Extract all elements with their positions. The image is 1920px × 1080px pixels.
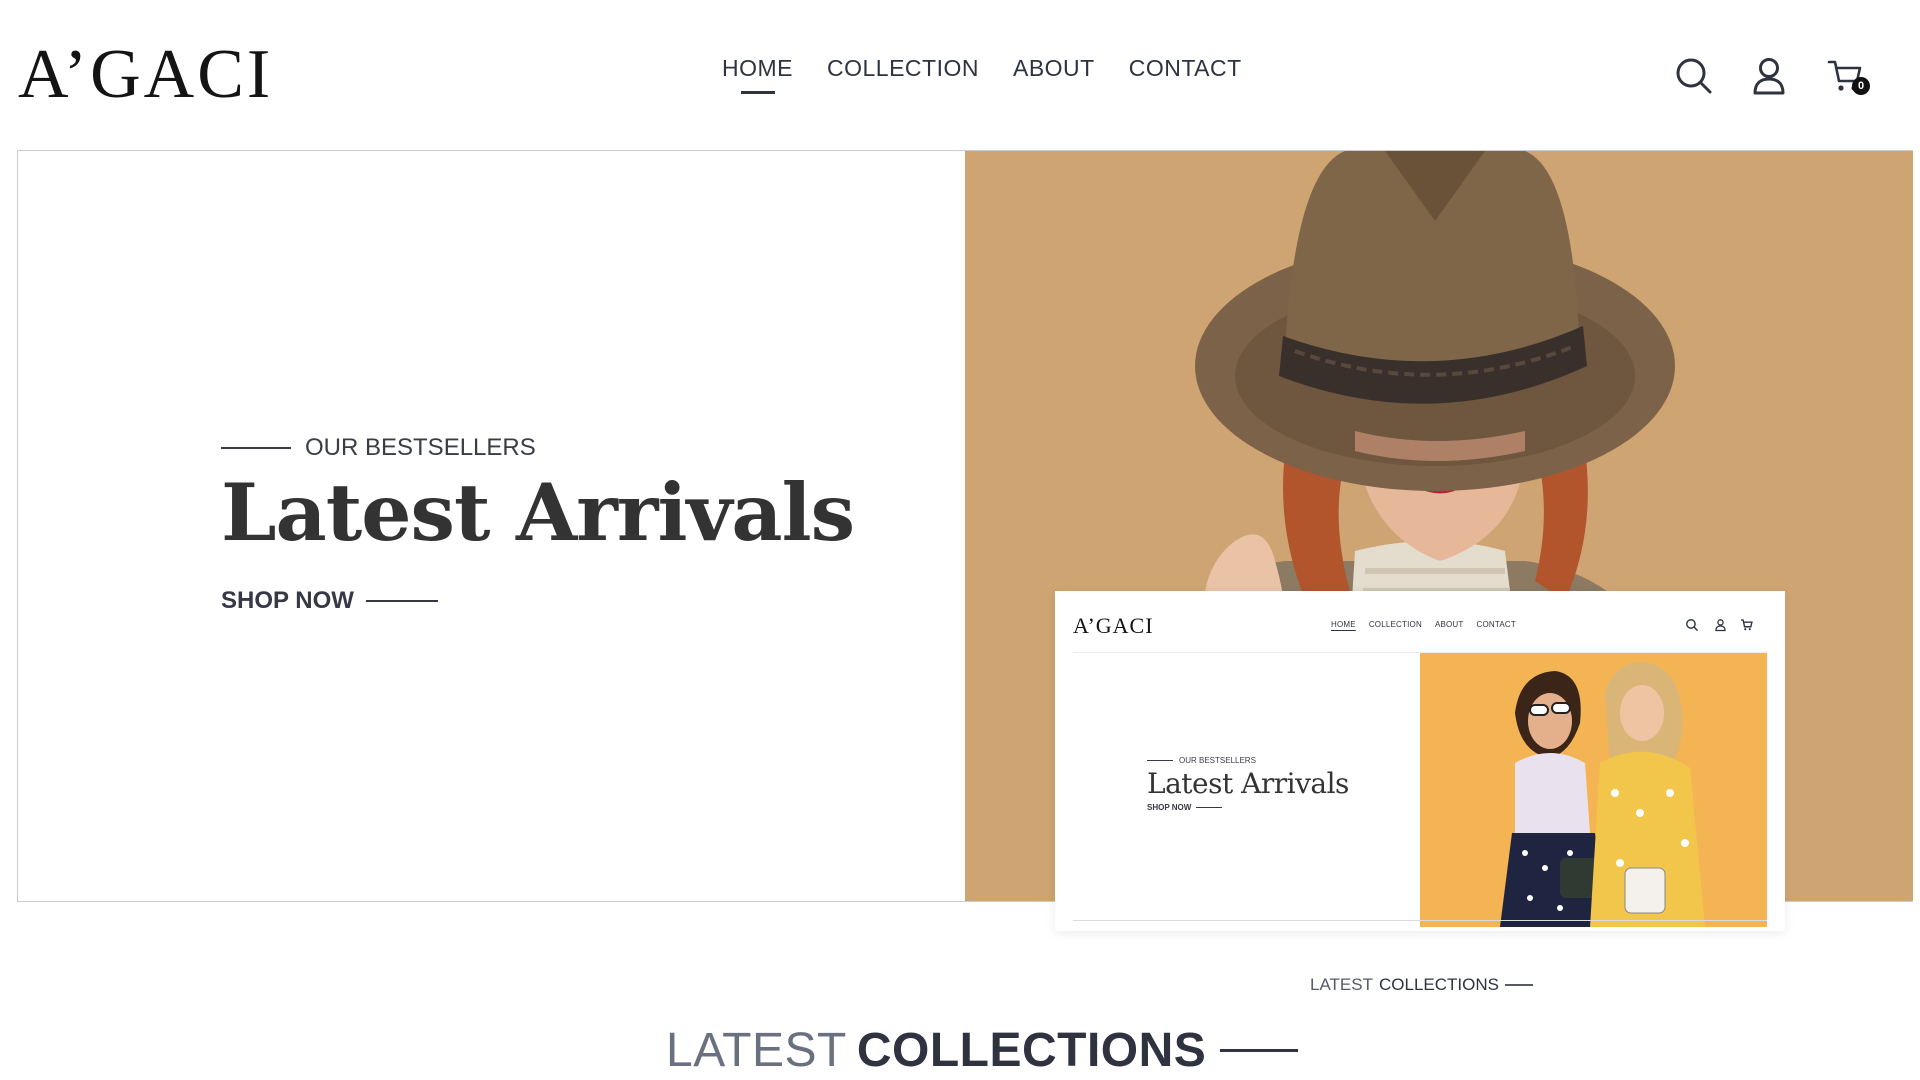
preview-nav-collection: COLLECTION <box>1368 620 1422 629</box>
preview-bottom-divider <box>1073 920 1767 921</box>
preview-shop-now-divider <box>1196 807 1223 808</box>
preview-nav-about: ABOUT <box>1434 620 1464 629</box>
eyebrow-divider <box>221 447 291 449</box>
shop-now-divider <box>365 599 438 602</box>
preview-eyebrow-divider <box>1147 760 1173 761</box>
preview-cart-icon <box>1741 619 1753 631</box>
preview-shop-now: SHOP NOW <box>1147 803 1349 812</box>
preview-hero-text: OUR BESTSELLERS Latest Arrivals SHOP NOW <box>1147 756 1349 812</box>
user-icon[interactable] <box>1749 56 1789 96</box>
preview-nav-home: HOME <box>1331 620 1356 629</box>
preview-shop-now-label: SHOP NOW <box>1147 803 1192 812</box>
latest-collections-heading: LATEST COLLECTIONS <box>666 1023 1299 1078</box>
preview-eyebrow-label: OUR BESTSELLERS <box>1179 756 1256 765</box>
preview-user-icon <box>1715 619 1726 632</box>
preview-search-icon <box>1686 619 1699 632</box>
nav-home[interactable]: HOME <box>722 55 793 83</box>
latest-collections-small-heading: LATEST COLLECTIONS <box>1310 975 1533 995</box>
preview-hero-image <box>1420 653 1767 927</box>
nav-about[interactable]: ABOUT <box>1013 55 1095 83</box>
nav-contact[interactable]: CONTACT <box>1129 55 1242 83</box>
hero-eyebrow: OUR BESTSELLERS <box>221 434 854 462</box>
brand-logo[interactable]: A’GACI <box>18 40 273 110</box>
hero-title: Latest Arrivals <box>221 466 855 559</box>
hero-text-block: OUR BESTSELLERS Latest Arrivals SHOP NOW <box>221 434 855 615</box>
shop-now-link[interactable]: SHOP NOW <box>221 587 854 615</box>
eyebrow-label: OUR BESTSELLERS <box>305 434 536 461</box>
big-heading-light: LATEST <box>666 1024 847 1077</box>
main-nav: HOME COLLECTION ABOUT CONTACT <box>722 55 1242 83</box>
small-heading-light: LATEST <box>1310 975 1373 994</box>
cart-icon[interactable]: 0 <box>1826 56 1870 96</box>
nav-collection[interactable]: COLLECTION <box>827 55 979 83</box>
shop-now-label[interactable]: SHOP NOW <box>221 587 354 615</box>
search-icon[interactable] <box>1674 56 1714 96</box>
small-heading-bold: COLLECTIONS <box>1378 975 1499 994</box>
site-preview-card[interactable]: A’GACI HOME COLLECTION ABOUT CONTACT OUR… <box>1055 591 1785 931</box>
preview-nav-contact: CONTACT <box>1476 620 1516 629</box>
big-heading-divider <box>1220 1049 1299 1052</box>
big-heading-bold: COLLECTIONS <box>856 1024 1207 1077</box>
preview-logo: A’GACI <box>1073 613 1154 638</box>
small-heading-divider <box>1504 984 1533 986</box>
preview-eyebrow: OUR BESTSELLERS <box>1147 756 1349 765</box>
preview-title: Latest Arrivals <box>1147 767 1349 800</box>
preview-nav: HOME COLLECTION ABOUT CONTACT <box>1331 620 1516 629</box>
cart-count-badge: 0 <box>1852 77 1870 95</box>
